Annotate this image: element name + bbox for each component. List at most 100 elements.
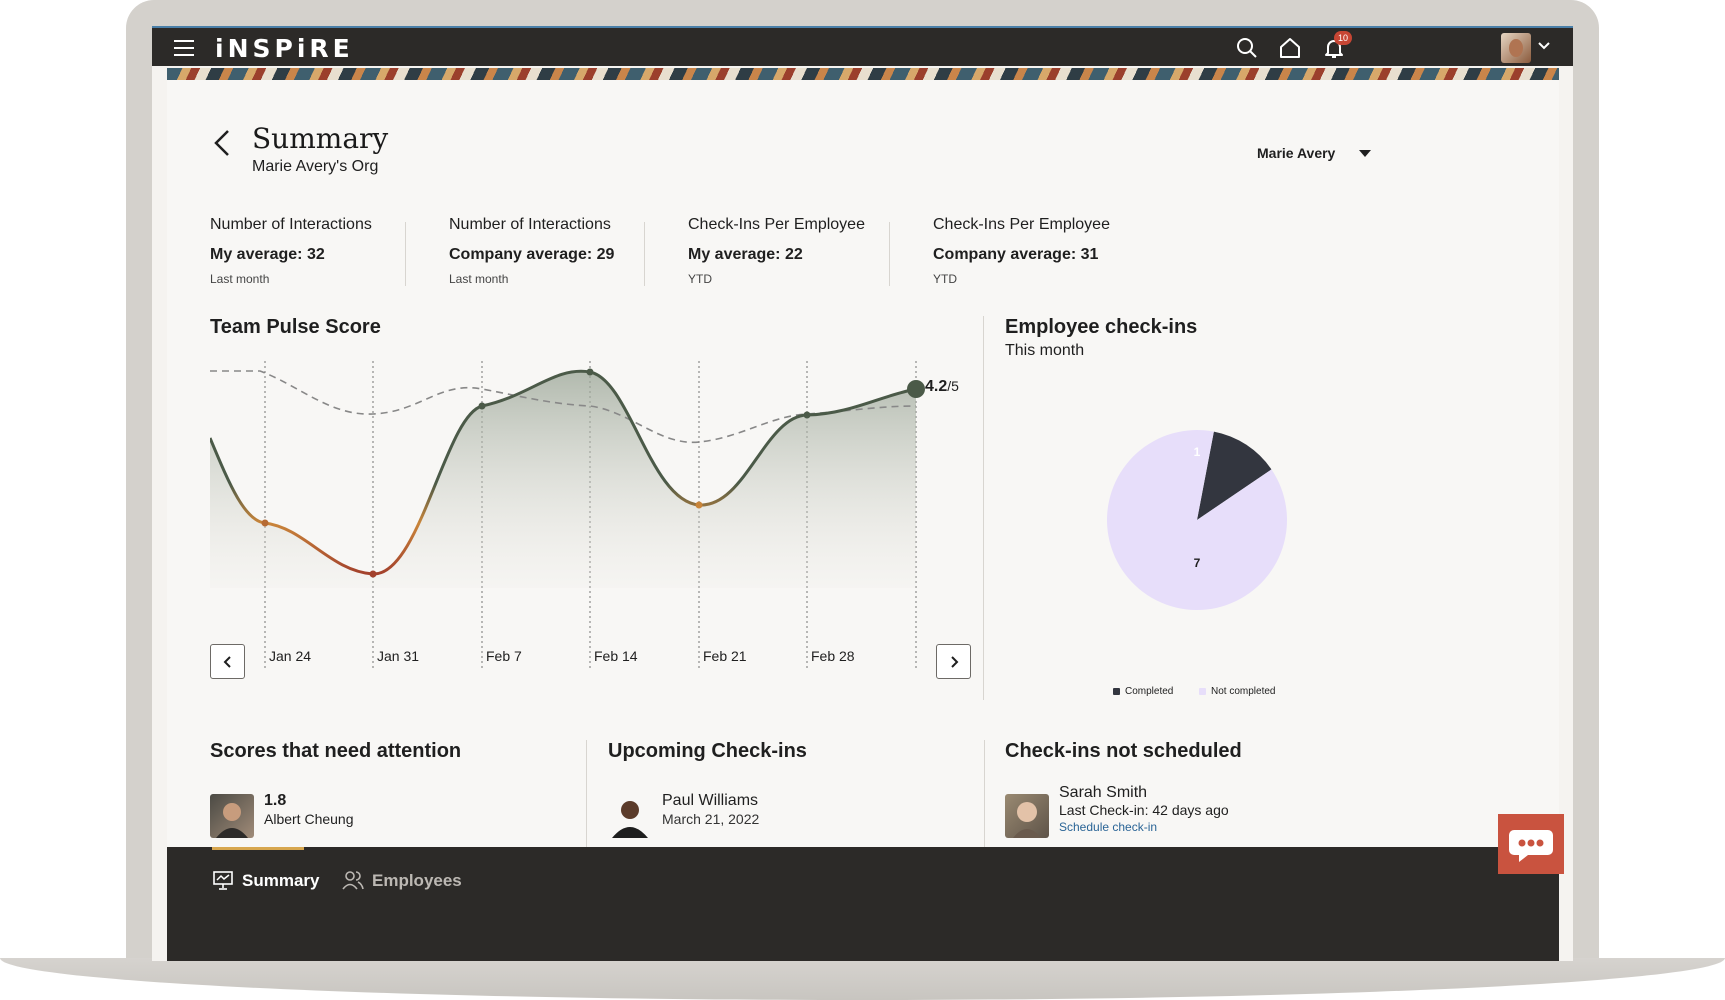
metric-divider	[405, 222, 406, 286]
metric-divider	[644, 222, 645, 286]
metric-value: Company average: 31	[933, 246, 1099, 263]
current-score-value: 4.2	[925, 378, 948, 395]
legend-completed: Completed	[1113, 686, 1173, 697]
x-axis-label: Jan 31	[377, 648, 420, 664]
page-title: Summary	[252, 122, 389, 155]
schedule-checkin-link[interactable]: Schedule check-in	[1059, 820, 1157, 834]
person-photo	[1013, 802, 1041, 838]
metric-card: Check-Ins Per Employee My average: 22 YT…	[688, 216, 865, 286]
home-icon[interactable]	[1278, 36, 1302, 60]
chat-button[interactable]	[1498, 814, 1564, 874]
page-subtitle: Marie Avery's Org	[252, 158, 379, 175]
person-photo	[612, 801, 648, 838]
metric-card: Number of Interactions Company average: …	[449, 216, 614, 286]
hamburger-menu-icon[interactable]	[174, 40, 194, 56]
attention-name[interactable]: Albert Cheung	[264, 811, 354, 827]
legend-swatch-not-completed	[1199, 687, 1206, 695]
checkins-chart-subtitle: This month	[1005, 342, 1085, 359]
tab-summary-label: Summary	[242, 871, 320, 890]
metric-title: Number of Interactions	[210, 216, 372, 233]
legend-swatch-completed	[1113, 687, 1120, 695]
x-axis-label: Feb 14	[594, 648, 638, 664]
metric-period: Last month	[449, 272, 509, 286]
not-scheduled-panel-title: Check-ins not scheduled	[1005, 740, 1242, 762]
pulse-point[interactable]	[261, 519, 269, 527]
legend-not-completed: Not completed	[1199, 686, 1275, 697]
app-screen: iNSPiRE 10 Summary Marie Avery's Org Mar…	[152, 26, 1573, 961]
bottom-navigation: Summary Employees	[167, 847, 1559, 961]
chevron-right-icon	[951, 656, 959, 668]
not-scheduled-detail: Last Check-in: 42 days ago	[1059, 802, 1229, 818]
chevron-left-icon	[223, 656, 231, 668]
current-score-label: 4.2/5	[925, 378, 959, 396]
completed-slice-label: 1	[1194, 445, 1201, 459]
org-user-select[interactable]: Marie Avery	[1247, 142, 1387, 166]
chat-bubble-icon	[1509, 830, 1553, 862]
metric-title: Number of Interactions	[449, 216, 611, 233]
pulse-chart-title: Team Pulse Score	[210, 316, 381, 338]
tab-employees-label: Employees	[372, 871, 462, 890]
legend-label: Completed	[1125, 686, 1174, 697]
attention-score: 1.8	[264, 792, 287, 809]
checkins-pie-chart: 1 7	[1107, 430, 1287, 610]
people-icon	[342, 871, 364, 890]
checkins-chart-title: Employee check-ins	[1005, 316, 1198, 338]
upcoming-date: March 21, 2022	[662, 811, 760, 827]
metric-period: YTD	[933, 272, 957, 286]
x-axis-label: Feb 21	[703, 648, 747, 664]
metric-card: Check-Ins Per Employee Company average: …	[933, 216, 1110, 286]
chart-next-button[interactable]	[936, 644, 971, 679]
x-axis-label: Jan 24	[269, 648, 312, 664]
user-avatar[interactable]	[1501, 33, 1531, 63]
avatar[interactable]	[210, 794, 254, 838]
section-divider	[984, 740, 985, 847]
section-divider	[586, 740, 587, 847]
chart-prev-button[interactable]	[210, 644, 245, 679]
metrics-row: Number of Interactions My average: 32 La…	[210, 216, 1510, 286]
pulse-point[interactable]	[369, 570, 377, 578]
avatar[interactable]	[608, 794, 652, 838]
pulse-point[interactable]	[586, 368, 594, 376]
pulse-point[interactable]	[478, 402, 486, 410]
laptop-base	[0, 958, 1725, 1000]
active-tab-indicator	[212, 847, 304, 850]
current-score-suffix: /5	[947, 378, 959, 394]
summary-content: Summary Marie Avery's Org Marie Avery Nu…	[167, 80, 1559, 961]
pulse-point[interactable]	[695, 501, 703, 509]
avatar[interactable]	[1005, 794, 1049, 838]
current-score-marker[interactable]	[907, 380, 925, 398]
attention-panel-title: Scores that need attention	[210, 740, 462, 762]
notifications-button[interactable]: 10	[1322, 31, 1353, 60]
chevron-down-icon[interactable]	[1536, 38, 1552, 54]
metric-period: Last month	[210, 272, 270, 286]
notification-badge: 10	[1334, 31, 1353, 45]
back-arrow-icon[interactable]	[210, 128, 234, 158]
caret-down-icon	[1359, 150, 1371, 157]
metric-divider	[889, 222, 890, 286]
presentation-chart-icon	[213, 871, 233, 890]
not-scheduled-name[interactable]: Sarah Smith	[1059, 784, 1147, 802]
org-user-select-value: Marie Avery	[1257, 145, 1336, 161]
metric-title: Check-Ins Per Employee	[933, 216, 1110, 233]
legend-label: Not completed	[1211, 686, 1276, 697]
section-divider	[983, 316, 984, 700]
top-bar: iNSPiRE 10	[152, 26, 1573, 66]
pulse-line-chart	[210, 361, 925, 670]
search-icon[interactable]	[1235, 36, 1259, 60]
metric-period: YTD	[688, 272, 712, 286]
app-logo: iNSPiRE	[215, 34, 354, 63]
decorative-banner	[167, 68, 1559, 80]
metric-card: Number of Interactions My average: 32 La…	[210, 216, 372, 286]
not-completed-slice-label: 7	[1194, 556, 1201, 570]
pulse-area-fill	[210, 371, 916, 588]
upcoming-panel-title: Upcoming Check-ins	[608, 740, 807, 762]
metric-title: Check-Ins Per Employee	[688, 216, 865, 233]
metric-value: My average: 32	[210, 246, 325, 263]
upcoming-name[interactable]: Paul Williams	[662, 792, 758, 810]
x-axis-label: Feb 7	[486, 648, 522, 664]
metric-value: Company average: 29	[449, 246, 615, 263]
metric-value: My average: 22	[688, 246, 803, 263]
x-axis-label: Feb 28	[811, 648, 855, 664]
person-photo	[216, 803, 248, 838]
pulse-point[interactable]	[803, 411, 811, 419]
